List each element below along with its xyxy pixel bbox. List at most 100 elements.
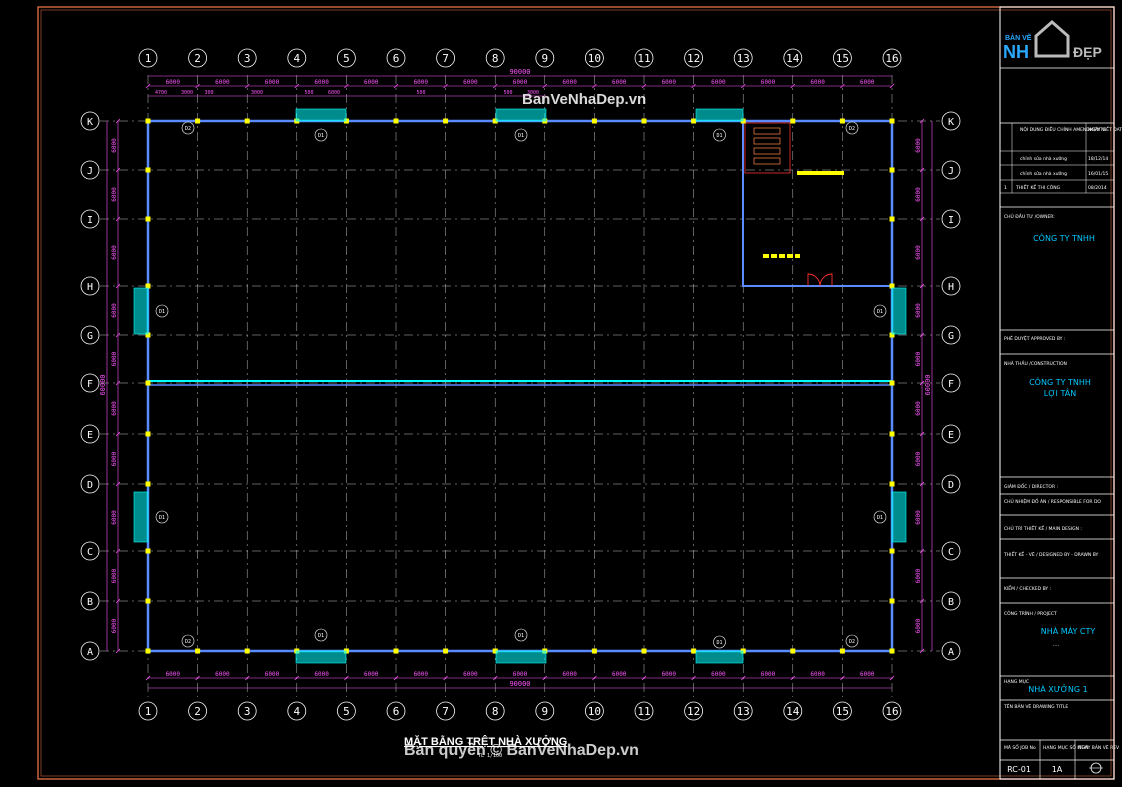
dim-text: 6000 — [612, 79, 627, 86]
grid-bubble-row-D-left: D — [80, 474, 100, 494]
grid-bubble-col-6-top: 6 — [386, 48, 406, 68]
bubble-label: I — [948, 215, 954, 226]
house-icon — [1034, 20, 1070, 58]
bubble-label: 2 — [194, 705, 201, 718]
column-marker — [889, 481, 895, 487]
dim-text: 6000 — [915, 351, 922, 366]
grid-bubble-row-H-right: H — [941, 276, 961, 296]
column-marker — [443, 118, 449, 124]
door-left-1-tag: D1 — [155, 304, 169, 318]
rev-2-date: 16/01/15 — [1088, 171, 1108, 177]
grid-bubble-col-9-top: 9 — [535, 48, 555, 68]
grid-bubble-row-F-right: F — [941, 373, 961, 393]
window-tag-3: D2 — [181, 634, 195, 648]
dim-text: 6000 — [915, 510, 922, 525]
bubble-label: 7 — [442, 705, 449, 718]
grid-bubble-row-H-left: H — [80, 276, 100, 296]
bubble-label: 6 — [393, 52, 400, 65]
column-marker — [145, 118, 151, 124]
dim-sub-text: 500 — [304, 90, 313, 96]
window-tag-text: D2 — [849, 639, 855, 645]
dim-text: 6000 — [111, 138, 118, 153]
grid-bubble-row-D-right: D — [941, 474, 961, 494]
grid-bubble-col-3-bottom: 3 — [237, 701, 257, 721]
watermark-top: BanVeNhaDep.vn — [522, 91, 646, 108]
bubble-label: 9 — [541, 52, 548, 65]
checked-label: KIỂM / CHECKED BY : — [1004, 584, 1051, 592]
logo-line3: ĐẸP — [1073, 44, 1102, 60]
bubble-label: 3 — [244, 52, 251, 65]
sheet-value: 1A — [1052, 765, 1063, 774]
dim-text: 6000 — [915, 187, 922, 202]
bubble-label: 5 — [343, 705, 350, 718]
grid-bubble-row-B-right: B — [941, 591, 961, 611]
column-marker — [145, 167, 151, 173]
bubble-label: 15 — [836, 52, 849, 65]
dim-text: 6000 — [513, 79, 528, 86]
column-marker — [591, 118, 597, 124]
dim-total-top: 90000 — [509, 68, 530, 76]
grid-bubble-col-10-bottom: 10 — [585, 701, 604, 721]
bubble-label: 7 — [442, 52, 449, 65]
dim-text: 6000 — [414, 671, 429, 678]
bubble-label: C — [87, 547, 93, 558]
column-marker — [790, 648, 796, 654]
grid-bubble-col-14-bottom: 14 — [783, 701, 803, 721]
column-marker — [790, 118, 796, 124]
grid-bubble-col-1-bottom: 1 — [138, 701, 158, 721]
logo: BẢN VẼ NH ĐẸP — [1003, 20, 1102, 62]
dim-text: 6000 — [111, 568, 118, 583]
dim-sub-text: 3000 — [251, 90, 263, 96]
bubble-label: I — [87, 215, 93, 226]
door-bottom-2 — [495, 650, 547, 664]
dim-text: 6000 — [915, 401, 922, 416]
dim-text: 6000 — [364, 671, 379, 678]
bubble-label: 8 — [492, 52, 499, 65]
dim-text: 6000 — [513, 671, 528, 678]
grid-bubble-col-9-bottom: 9 — [535, 701, 555, 721]
bubble-label: 9 — [541, 705, 548, 718]
column-marker — [889, 598, 895, 604]
bubble-label: 3 — [244, 705, 251, 718]
dim-text: 6000 — [761, 79, 776, 86]
grid-bubble-col-8-bottom: 8 — [485, 701, 505, 721]
dim-text: 6000 — [111, 401, 118, 416]
dim-text: 6000 — [810, 671, 825, 678]
column-marker — [145, 548, 151, 554]
dim-text: 6000 — [915, 568, 922, 583]
toilet-fixture — [753, 127, 781, 135]
door-right-1-tag: D1 — [873, 304, 887, 318]
drawn-label: THIẾT KẾ - VẼ / DESIGNED BY - DRAWN BY — [1003, 550, 1099, 558]
bubble-label: J — [948, 166, 954, 177]
dim-sub-text: 6000 — [328, 90, 340, 96]
column-marker — [145, 216, 151, 222]
dim-total-left: 60000 — [99, 374, 107, 395]
dim-sub-text: 300 — [204, 90, 213, 96]
bubble-label: 4 — [293, 52, 300, 65]
dim-text: 6000 — [761, 671, 776, 678]
dim-text: 6000 — [915, 138, 922, 153]
column-marker — [195, 648, 201, 654]
door-tag-text: D1 — [716, 640, 722, 646]
bubble-label: F — [948, 379, 954, 390]
bubble-label: K — [87, 117, 93, 128]
building-outline — [145, 118, 895, 654]
bubble-label: 10 — [588, 705, 601, 718]
grid-bubble-row-E-left: E — [80, 424, 100, 444]
grid-bubble-col-15-bottom: 15 — [833, 701, 852, 721]
bubble-label: 2 — [194, 52, 201, 65]
grid-bubble-row-C-right: C — [941, 541, 961, 561]
column-marker — [195, 118, 201, 124]
bubble-label: D — [948, 480, 954, 491]
dim-text: 6000 — [463, 79, 478, 86]
grid-bubble-col-15-top: 15 — [833, 48, 852, 68]
door-right-1 — [891, 287, 907, 335]
window-tag-text: D2 — [185, 126, 191, 132]
door-tag-text: D1 — [518, 633, 524, 639]
responsible-label: CHỦ NHIỆM ĐỒ ÁN / RESPONSIBLE FOR DO — [1004, 496, 1101, 505]
bubble-label: F — [87, 379, 93, 390]
grid-bubble-col-1-top: 1 — [138, 48, 158, 68]
dim-text: 6000 — [612, 671, 627, 678]
door-top-1 — [295, 108, 347, 122]
project-dots: .... — [1053, 642, 1060, 648]
